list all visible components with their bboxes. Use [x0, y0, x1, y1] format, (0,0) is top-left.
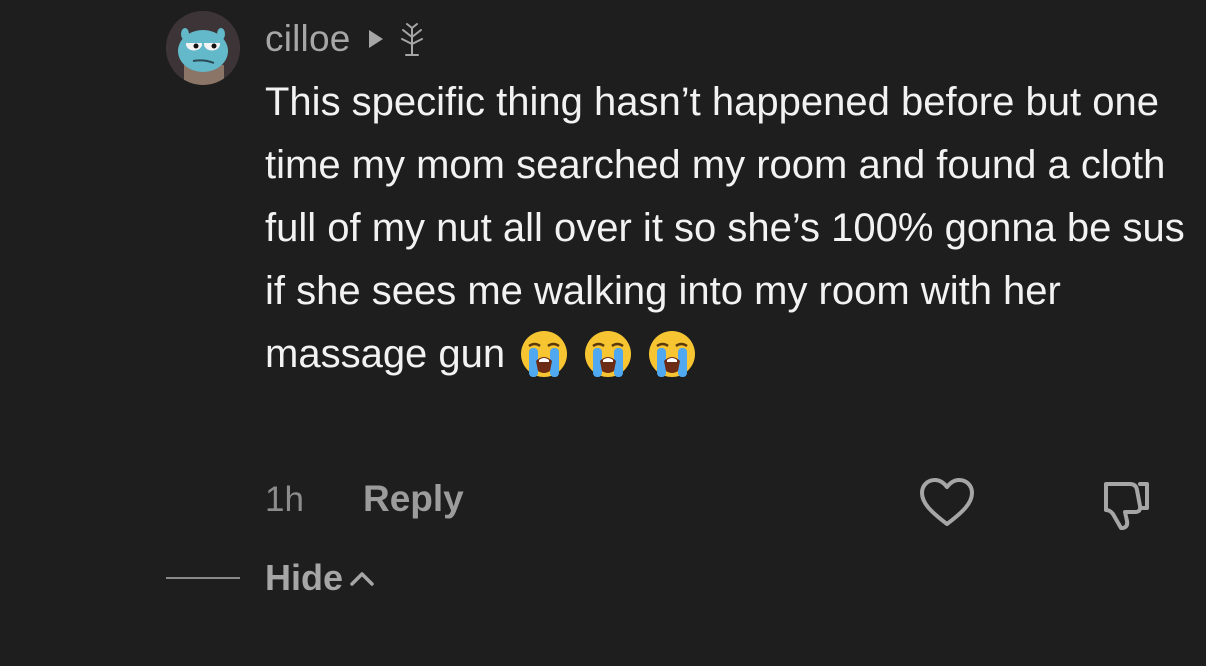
hide-replies-row: Hide: [166, 554, 375, 602]
comment-actions: 1h Reply: [265, 474, 1165, 530]
like-button[interactable]: [917, 476, 977, 530]
hide-replies-button[interactable]: Hide: [265, 557, 375, 599]
comment-body: This specific thing hasn’t happened befo…: [265, 71, 1195, 386]
comment-text: This specific thing hasn’t happened befo…: [265, 80, 1185, 376]
comment-header: cilloe: [265, 14, 427, 64]
timestamp: 1h: [265, 480, 304, 519]
tree-branch-icon: [400, 23, 423, 56]
thumbs-down-icon: [1104, 482, 1149, 530]
loudly-crying-face-icon: [521, 331, 568, 377]
emoji-row: [519, 329, 697, 379]
loudly-crying-face-icon: [649, 331, 696, 377]
triangle-right-icon: [368, 30, 383, 48]
comment-item: cilloe This specific thing hasn’t happen…: [0, 0, 1206, 666]
avatar[interactable]: [166, 11, 240, 85]
hide-label: Hide: [265, 557, 344, 598]
avatar-image: [166, 11, 240, 85]
loudly-crying-face-icon: [585, 331, 632, 377]
chevron-up-icon: [350, 572, 374, 586]
heart-outline-icon: [920, 478, 974, 526]
dislike-button[interactable]: [1094, 474, 1154, 534]
divider: [166, 577, 240, 579]
username[interactable]: cilloe: [265, 18, 351, 60]
reply-button[interactable]: Reply: [363, 478, 464, 520]
